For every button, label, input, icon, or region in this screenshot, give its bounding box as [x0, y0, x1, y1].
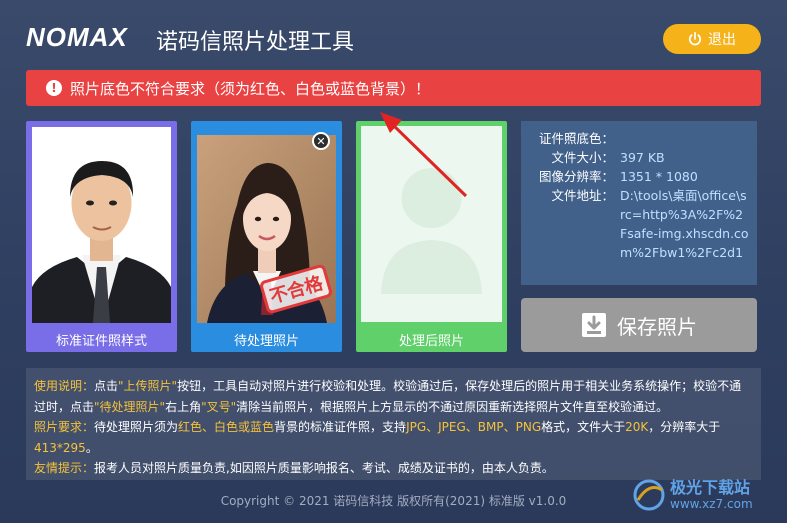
resolution-label: 图像分辨率：: [538, 169, 614, 184]
usage-paragraph: 使用说明：点击"上传照片"按钮，工具自动对照片进行校验和处理。校验通过后，保存处…: [34, 376, 753, 417]
info-row-size: 文件大小： 397 KB: [529, 148, 749, 167]
watermark-text: 极光下载站: [670, 478, 751, 497]
req-label: 照片要求：: [34, 420, 95, 434]
standard-photo-card: 标准证件照样式: [26, 121, 177, 352]
req-text-4: ，分辨率大于: [648, 420, 721, 434]
req-text-5: 。: [85, 440, 98, 455]
path-label: 文件地址：: [551, 188, 614, 203]
usage-text-4: 清除当前照片，根据照片上方显示的不通过原因重新选择照片文件直至校验通过。: [236, 399, 669, 414]
save-label: 保存照片: [617, 314, 697, 339]
info-row-path: 文件地址： D:\tools\桌面\office\src=http%3A%2F%…: [529, 186, 749, 264]
power-icon: [688, 32, 702, 46]
usage-label: 使用说明：: [34, 379, 95, 393]
size-value: 397 KB: [620, 150, 665, 165]
usage-pending: "待处理照片": [94, 399, 166, 414]
processed-caption: 处理后照片: [398, 333, 464, 349]
app-title: 诺码信照片处理工具: [156, 30, 355, 55]
req-size: 20K: [625, 420, 649, 434]
bg-color-value: [614, 129, 620, 148]
processed-photo-card: 处理后照片: [356, 121, 507, 352]
photo-info-panel: 证件照底色： 文件大小： 397 KB 图像分辨率： 1351 * 1080 文…: [521, 121, 757, 285]
standard-caption: 标准证件照样式: [55, 333, 147, 349]
processed-photo-placeholder: [361, 126, 502, 322]
req-colors: 红色、白色或蓝色: [178, 420, 275, 434]
logo: NOMAX: [26, 22, 128, 52]
avatar-placeholder-icon: [361, 126, 502, 322]
pending-photo-card[interactable]: 待处理照片: [191, 121, 342, 352]
req-text-2: 背景的标准证件照，支持: [274, 420, 407, 434]
resolution-value: 1351 * 1080: [620, 169, 698, 184]
usage-upload: "上传照片": [118, 379, 178, 393]
info-row-bg-color: 证件照底色：: [529, 129, 749, 148]
alert-circle-icon: !: [46, 80, 62, 96]
site-watermark: 极光下载站 www.xz7.com: [632, 470, 782, 520]
tip-text: 报考人员对照片质量负责,如因照片质量影响报名、考试、成绩及证书的，由本人负责。: [94, 461, 554, 475]
usage-text-1: 点击: [94, 379, 119, 393]
alert-message: 照片底色不符合要求（须为红色、白色或蓝色背景）！: [70, 79, 431, 98]
watermark-logo-icon: [633, 479, 665, 511]
tip-label: 友情提示：: [34, 461, 95, 475]
man-portrait-image: [32, 127, 171, 323]
watermark-sub: www.xz7.com: [670, 497, 753, 511]
path-value: D:\tools\桌面\office\src=http%3A%2F%2Fsafe…: [620, 188, 749, 260]
req-res: 413*295: [34, 440, 86, 455]
exit-button[interactable]: 退出: [663, 24, 761, 54]
pending-caption: 待处理照片: [233, 333, 299, 349]
standard-photo: [32, 127, 171, 323]
req-text-1: 待处理照片须为: [94, 420, 179, 434]
save-photo-button[interactable]: 保存照片: [521, 298, 757, 352]
instructions-panel: 使用说明：点击"上传照片"按钮，工具自动对照片进行校验和处理。校验通过后，保存处…: [26, 368, 761, 480]
usage-x: "叉号": [201, 399, 237, 414]
app-header: NOMAX 诺码信照片处理工具 退出: [0, 0, 787, 68]
close-icon[interactable]: ✕: [312, 132, 330, 150]
size-label: 文件大小：: [551, 150, 614, 165]
req-text-3: 格式，文件大于: [541, 420, 626, 434]
info-row-resolution: 图像分辨率： 1351 * 1080: [529, 167, 749, 186]
exit-label: 退出: [708, 32, 736, 48]
error-alert: ! 照片底色不符合要求（须为红色、白色或蓝色背景）！: [26, 70, 761, 106]
save-icon: [582, 313, 606, 337]
usage-text-3: 右上角: [165, 399, 202, 414]
req-formats: JPG、JPEG、BMP、PNG: [406, 420, 542, 434]
bg-color-label: 证件照底色：: [538, 131, 614, 146]
requirements-paragraph: 照片要求：待处理照片须为红色、白色或蓝色背景的标准证件照，支持JPG、JPEG、…: [34, 417, 753, 458]
